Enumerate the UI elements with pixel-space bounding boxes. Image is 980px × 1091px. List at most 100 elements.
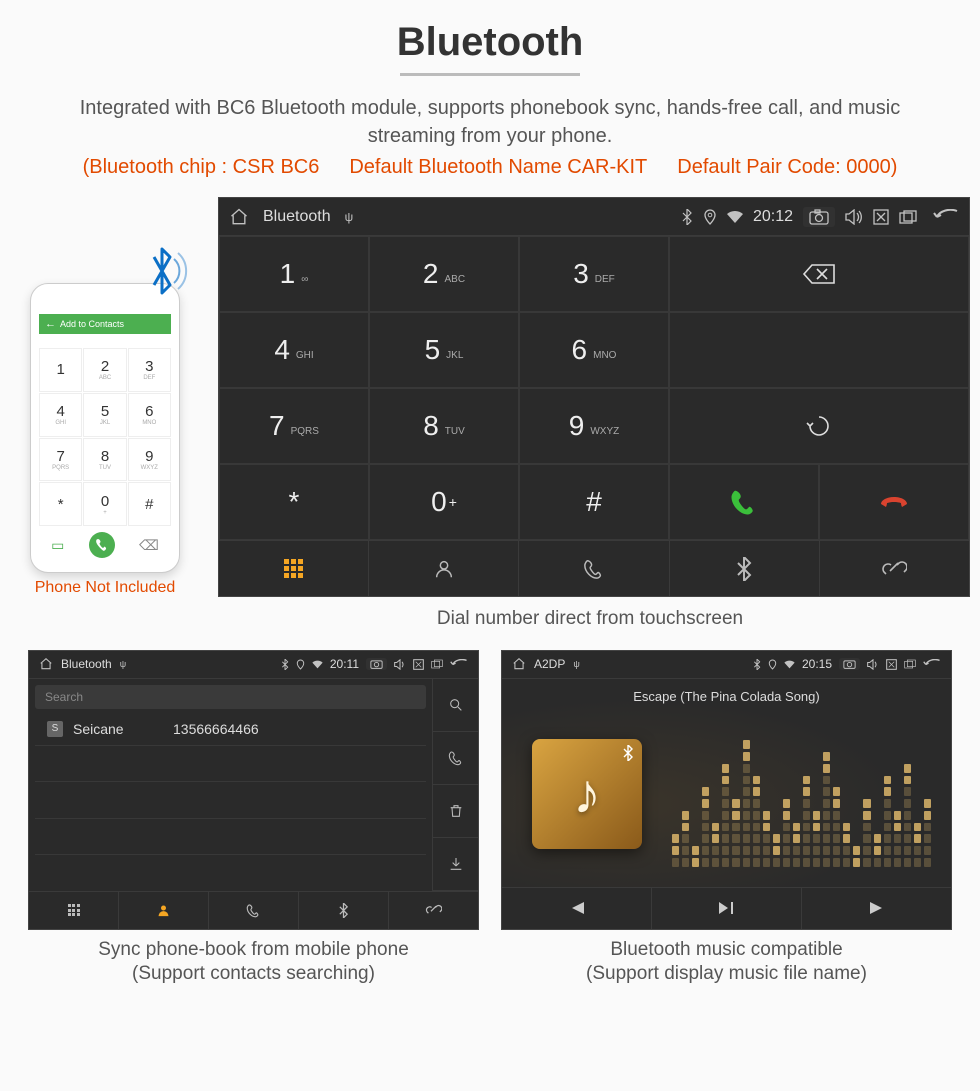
side-search-button[interactable] xyxy=(433,679,478,732)
home-icon[interactable] xyxy=(229,207,249,227)
phone-bottom-bar: ▭ ⌫ xyxy=(39,526,171,558)
camera-icon[interactable] xyxy=(839,658,860,670)
dial-key-7[interactable]: 7PQRS xyxy=(219,388,369,464)
tab-contacts[interactable] xyxy=(369,541,519,596)
bluetooth-icon xyxy=(681,209,693,225)
phone-call-button xyxy=(89,532,115,558)
phone-key: 6MNO xyxy=(128,393,171,437)
backspace-icon xyxy=(802,263,836,285)
visualizer xyxy=(672,729,931,867)
phone-key: 9WXYZ xyxy=(128,438,171,482)
location-icon xyxy=(768,659,777,670)
close-icon[interactable] xyxy=(873,209,889,225)
title-divider xyxy=(400,73,580,76)
prev-track-button[interactable] xyxy=(502,888,652,929)
dial-key-3[interactable]: 3DEF xyxy=(519,236,669,312)
music-caption: Bluetooth music compatible (Support disp… xyxy=(501,938,952,987)
tab-pair[interactable] xyxy=(820,541,969,596)
hangup-button[interactable] xyxy=(819,464,969,540)
dial-key-5[interactable]: 5JKL xyxy=(369,312,519,388)
phone-caption: Phone Not Included xyxy=(10,579,200,597)
recent-apps-icon[interactable] xyxy=(899,210,917,224)
volume-icon[interactable] xyxy=(867,659,879,670)
car-music-screen: A2DP ψ 20:15 Escape (The Pina Colada Son… xyxy=(501,650,952,930)
phone-column: ← Add to Contacts 12ABC3DEF4GHI5JKL6MNO7… xyxy=(10,253,200,597)
close-icon[interactable] xyxy=(886,659,897,670)
usb-icon: ψ xyxy=(573,659,579,669)
status-bar: A2DP ψ 20:15 xyxy=(502,651,951,679)
call-button[interactable] xyxy=(669,464,819,540)
side-call-button[interactable] xyxy=(433,732,478,785)
intro-text: Integrated with BC6 Bluetooth module, su… xyxy=(10,94,970,150)
spec-code: Default Pair Code: 0000) xyxy=(677,156,897,179)
tab-call-log[interactable] xyxy=(519,541,669,596)
tab-pair[interactable] xyxy=(389,892,478,929)
play-pause-button[interactable] xyxy=(652,888,802,929)
phone-header-bar: ← Add to Contacts xyxy=(39,314,171,334)
phone-key: 1 xyxy=(39,348,82,392)
phone-keypad: 12ABC3DEF4GHI5JKL6MNO7PQRS8TUV9WXYZ*0+# xyxy=(39,348,171,526)
status-bar: Bluetooth ψ 20:11 xyxy=(29,651,478,679)
usb-icon: ψ xyxy=(345,210,354,224)
phone-key: # xyxy=(128,482,171,526)
dial-key-0[interactable]: 0+ xyxy=(369,464,519,540)
tab-call-log[interactable] xyxy=(209,892,299,929)
back-icon[interactable] xyxy=(923,659,941,670)
tab-dialpad[interactable] xyxy=(219,541,369,596)
contacts-caption: Sync phone-book from mobile phone (Suppo… xyxy=(28,938,479,987)
bluetooth-signal-icon xyxy=(140,243,190,299)
dial-key-9[interactable]: 9WXYZ xyxy=(519,388,669,464)
tab-dialpad[interactable] xyxy=(29,892,119,929)
backspace-button[interactable] xyxy=(669,236,969,312)
next-track-button[interactable] xyxy=(802,888,951,929)
back-icon[interactable] xyxy=(933,209,959,225)
bottom-tab-bar xyxy=(219,540,969,596)
phone-header-title: Add to Contacts xyxy=(60,319,124,329)
music-controls xyxy=(502,887,951,929)
camera-icon[interactable] xyxy=(366,658,387,670)
dial-key-8[interactable]: 8TUV xyxy=(369,388,519,464)
phone-mockup: ← Add to Contacts 12ABC3DEF4GHI5JKL6MNO7… xyxy=(30,283,180,573)
recent-apps-icon[interactable] xyxy=(904,659,916,669)
recent-apps-icon[interactable] xyxy=(431,659,443,669)
dialpad-icon xyxy=(68,904,80,916)
phone-key: 2ABC xyxy=(83,348,126,392)
hangup-icon xyxy=(878,490,910,514)
volume-icon[interactable] xyxy=(845,209,863,225)
side-delete-button[interactable] xyxy=(433,785,478,838)
dial-key-*[interactable]: * xyxy=(219,464,369,540)
phone-key: 3DEF xyxy=(128,348,171,392)
home-icon[interactable] xyxy=(39,657,53,671)
dial-key-#[interactable]: # xyxy=(519,464,669,540)
redial-button[interactable] xyxy=(669,388,969,464)
side-download-button[interactable] xyxy=(433,838,478,891)
status-title: Bluetooth xyxy=(61,657,112,671)
dial-key-1[interactable]: 1∞ xyxy=(219,236,369,312)
clock-text: 20:11 xyxy=(330,657,359,671)
back-icon[interactable] xyxy=(450,659,468,670)
search-input[interactable]: Search xyxy=(35,685,426,709)
dial-key-6[interactable]: 6MNO xyxy=(519,312,669,388)
section-title: Bluetooth xyxy=(10,20,970,65)
camera-icon[interactable] xyxy=(803,207,835,227)
phone-key: 7PQRS xyxy=(39,438,82,482)
tab-bluetooth[interactable] xyxy=(299,892,389,929)
music-note-icon: ♪ xyxy=(573,761,601,826)
home-icon[interactable] xyxy=(512,657,526,671)
tab-bluetooth[interactable] xyxy=(670,541,820,596)
close-icon[interactable] xyxy=(413,659,424,670)
status-title: Bluetooth xyxy=(263,208,331,226)
dial-key-2[interactable]: 2ABC xyxy=(369,236,519,312)
phone-key: 8TUV xyxy=(83,438,126,482)
bluetooth-icon xyxy=(281,659,289,670)
dial-pad: 1∞2ABC3DEF 4GHI5JKL6MNO 7PQRS8TUV9WXYZ *0+# xyxy=(219,236,969,540)
status-bar: Bluetooth ψ 20:12 xyxy=(219,198,969,236)
clock-text: 20:12 xyxy=(753,208,793,226)
dial-key-4[interactable]: 4GHI xyxy=(219,312,369,388)
contacts-side-actions xyxy=(432,679,478,891)
volume-icon[interactable] xyxy=(394,659,406,670)
tab-contacts[interactable] xyxy=(119,892,209,929)
clock-text: 20:15 xyxy=(802,657,832,671)
contact-row[interactable]: S Seicane 13566664466 xyxy=(35,713,426,746)
location-icon xyxy=(703,209,717,225)
